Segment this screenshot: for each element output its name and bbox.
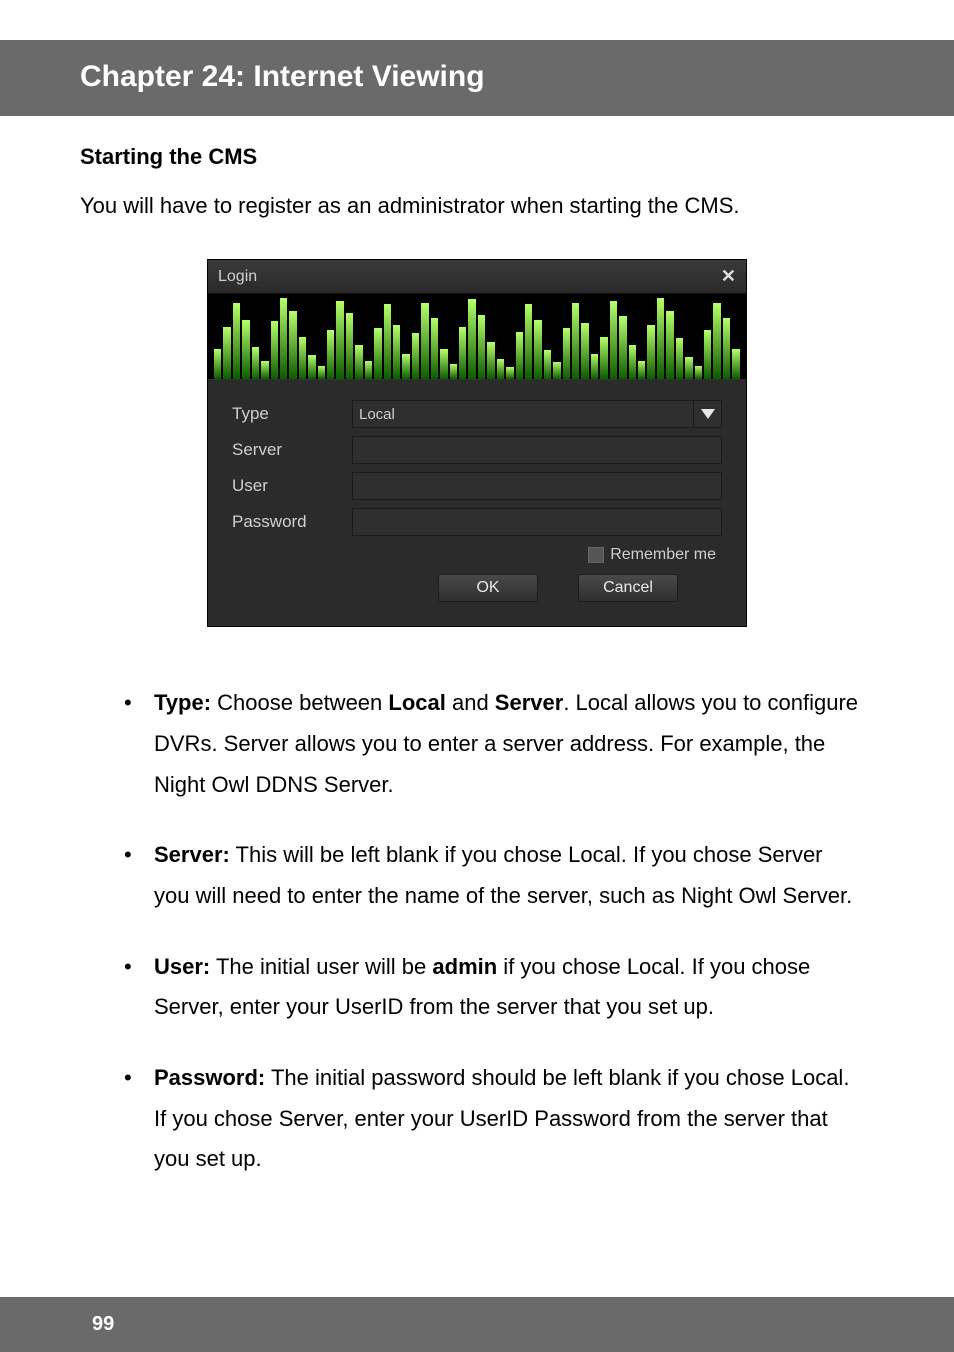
label-server: Server: [232, 440, 352, 460]
bullet-user-b1: admin: [432, 954, 497, 979]
type-select-value: Local: [359, 406, 395, 423]
row-type: Type Local: [232, 400, 722, 428]
login-dialog-wrap: Login ✕: [80, 259, 874, 627]
user-input[interactable]: [352, 472, 722, 500]
button-row: OK Cancel: [232, 574, 722, 610]
row-password: Password: [232, 508, 722, 536]
server-input[interactable]: [352, 436, 722, 464]
bullet-type-b1: Local: [388, 690, 445, 715]
remember-checkbox[interactable]: [588, 547, 604, 563]
content-area: Starting the CMS You will have to regist…: [0, 116, 954, 1180]
type-select[interactable]: Local: [352, 400, 722, 428]
bullet-password: Password: The initial password should be…: [124, 1058, 864, 1180]
intro-text: You will have to register as an administ…: [80, 188, 874, 223]
remember-label: Remember me: [610, 546, 716, 564]
chapter-title: Chapter 24: Internet Viewing: [80, 60, 926, 94]
section-heading: Starting the CMS: [80, 144, 874, 170]
bullet-type-t1: Choose between: [211, 690, 388, 715]
label-type: Type: [232, 404, 352, 424]
bullet-password-label: Password:: [154, 1065, 265, 1090]
bullet-server-text: This will be left blank if you chose Loc…: [154, 842, 852, 908]
chevron-down-icon: [693, 400, 721, 428]
close-icon[interactable]: ✕: [721, 266, 736, 287]
bullet-user: User: The initial user will be admin if …: [124, 947, 864, 1028]
bullet-server: Server: This will be left blank if you c…: [124, 835, 864, 916]
remember-row: Remember me: [232, 546, 716, 564]
page: Chapter 24: Internet Viewing Starting th…: [0, 0, 954, 1352]
bullet-user-label: User:: [154, 954, 210, 979]
login-titlebar: Login ✕: [208, 260, 746, 294]
label-password: Password: [232, 512, 352, 532]
chapter-header-bar: Chapter 24: Internet Viewing: [0, 40, 954, 116]
row-user: User: [232, 472, 722, 500]
login-title-text: Login: [218, 268, 257, 286]
bullet-type-t2: and: [446, 690, 495, 715]
bullet-user-t1: The initial user will be: [210, 954, 432, 979]
bullet-server-label: Server:: [154, 842, 230, 867]
row-server: Server: [232, 436, 722, 464]
bullet-type-label: Type:: [154, 690, 211, 715]
waveform-banner: [208, 294, 746, 380]
label-user: User: [232, 476, 352, 496]
password-input[interactable]: [352, 508, 722, 536]
bullet-type: Type: Choose between Local and Server. L…: [124, 683, 864, 805]
login-dialog: Login ✕: [207, 259, 747, 627]
bullet-list: Type: Choose between Local and Server. L…: [80, 683, 874, 1180]
bullet-type-b2: Server: [495, 690, 564, 715]
login-form: Type Local Server: [208, 380, 746, 626]
footer-bar: 99: [0, 1297, 954, 1352]
page-number: 99: [92, 1313, 114, 1335]
cancel-button[interactable]: Cancel: [578, 574, 678, 602]
ok-button[interactable]: OK: [438, 574, 538, 602]
